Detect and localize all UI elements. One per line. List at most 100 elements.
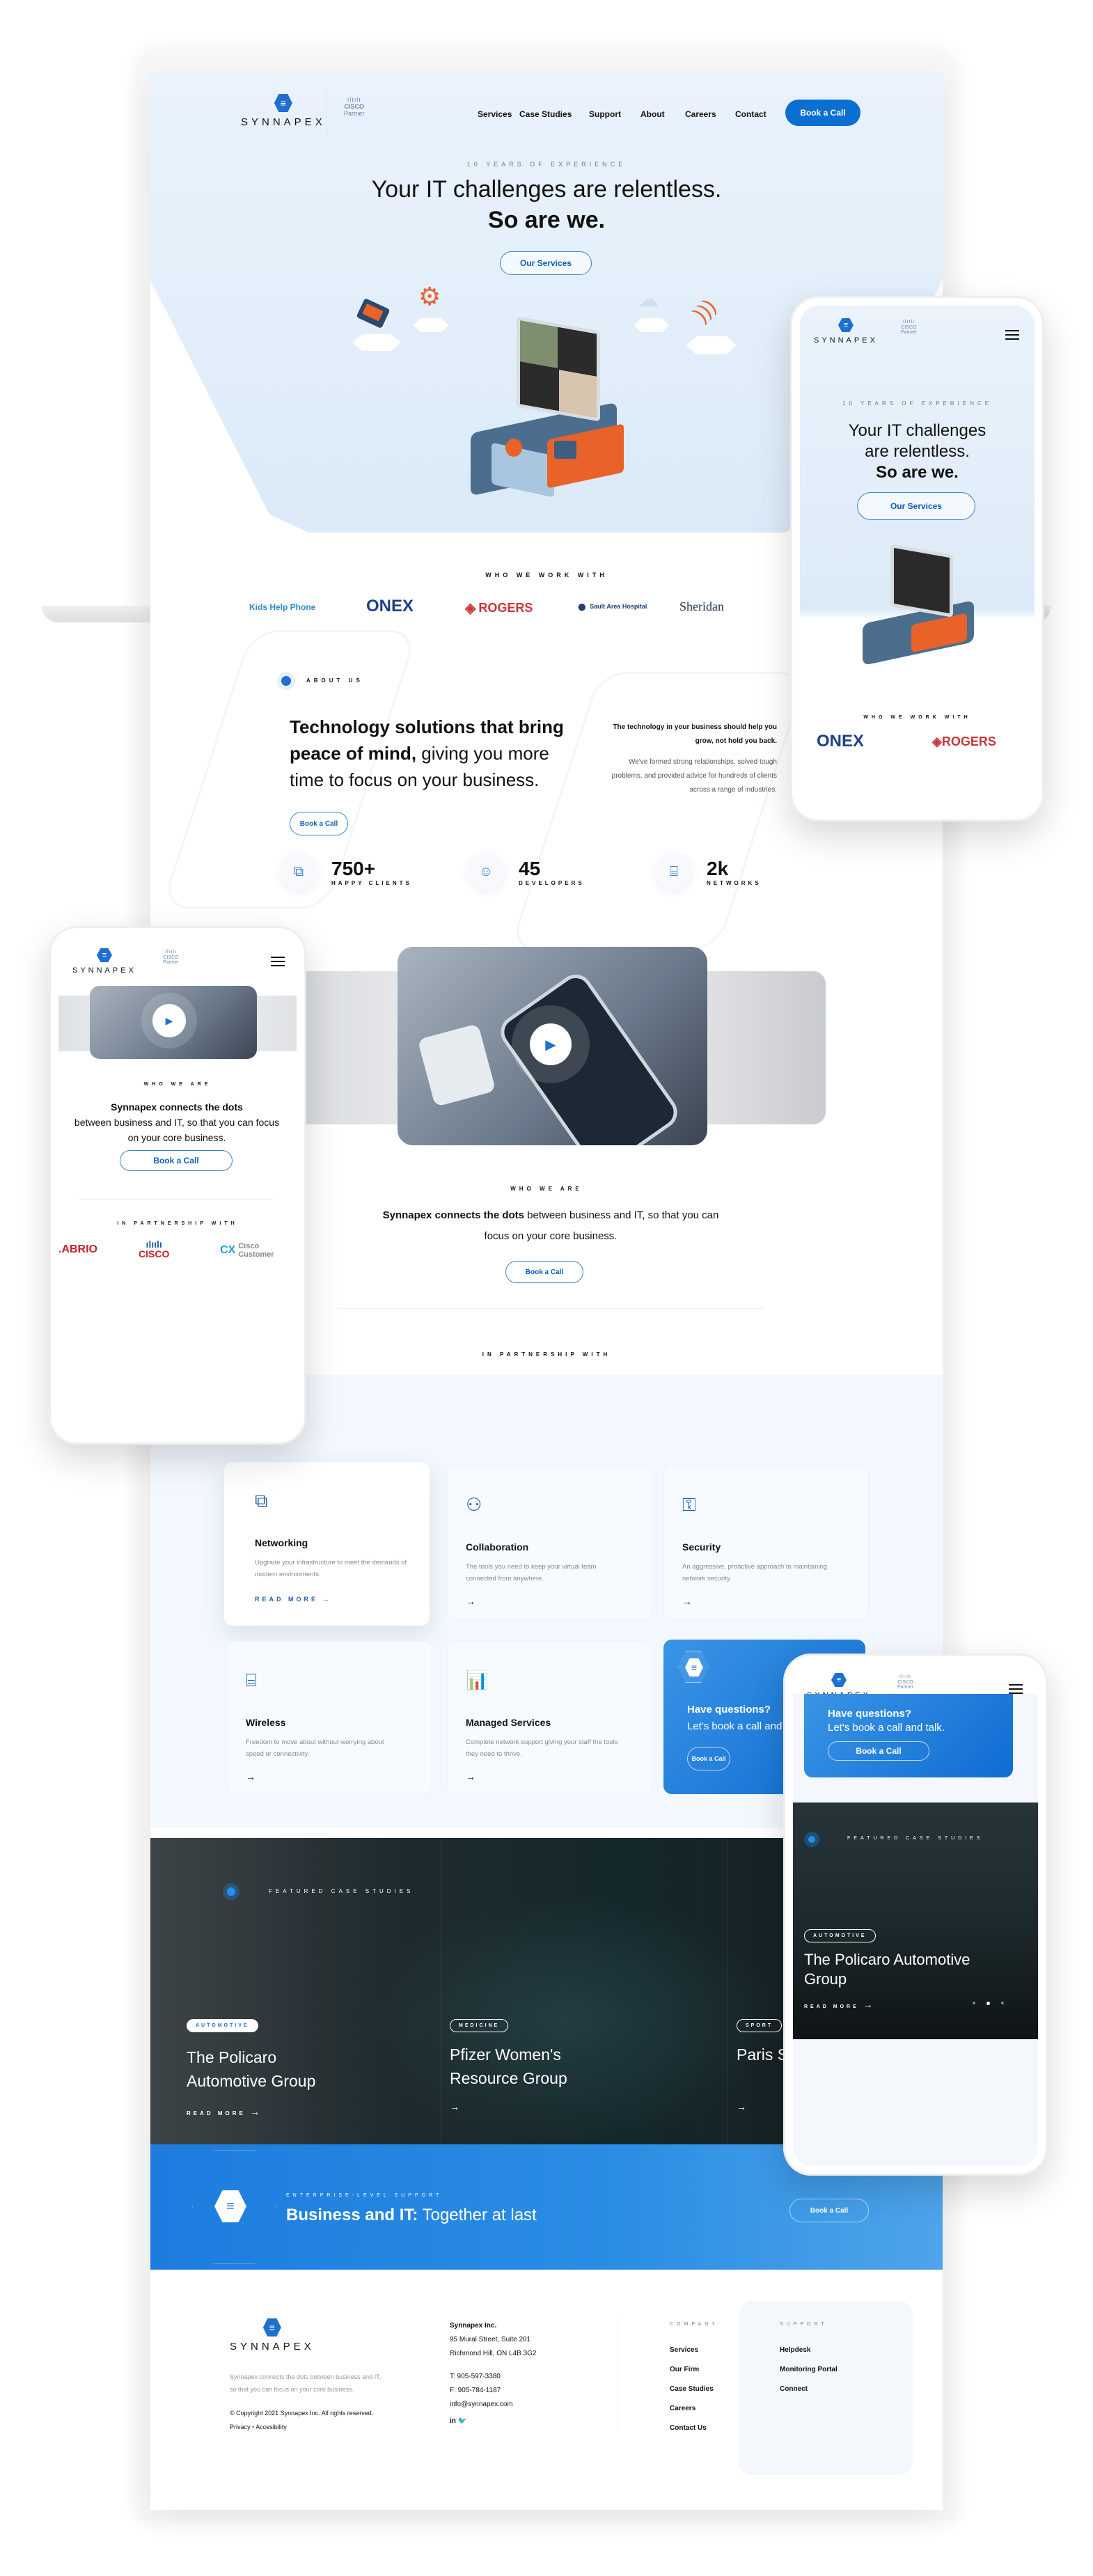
- divider: [79, 1199, 274, 1200]
- mobile-case-studies: Featured Case Studies Automotive The Pol…: [793, 1803, 1038, 2039]
- mobile-logo[interactable]: ≡ SYNNAPEX: [814, 318, 878, 345]
- cx-icon: CX: [220, 1244, 236, 1256]
- service-card-collaboration[interactable]: ⚇ Collaboration The tools you need to ke…: [447, 1466, 652, 1620]
- footer-logo[interactable]: ≡ SYNNAPEX: [230, 2318, 315, 2353]
- arrow-right-icon[interactable]: →: [450, 2101, 459, 2112]
- service-card-security[interactable]: ⚿ Security An aggressive, proactive appr…: [663, 1466, 869, 1620]
- footer-phone: T: 905-597-3380: [450, 2373, 501, 2380]
- footer-fax: F: 905-784-1187: [450, 2387, 501, 2394]
- network-computers-icon: ⧉: [280, 853, 317, 890]
- cisco-partner-badge: ılıılı CISCO Partner: [163, 950, 179, 966]
- footer-company-name: Synnapex Inc.: [450, 2322, 497, 2330]
- case-title[interactable]: The Policaro Automotive Group: [804, 1950, 985, 1989]
- mobile-logo[interactable]: ≡ SYNNAPEX: [72, 948, 136, 975]
- mobile-have-questions-card: Have questions? Let's book a call and ta…: [804, 1694, 1013, 1777]
- nav-case-studies[interactable]: Case Studies: [519, 109, 572, 119]
- footer-link-helpdesk[interactable]: Helpdesk: [780, 2346, 810, 2354]
- nav-services[interactable]: Services: [478, 109, 512, 119]
- security-icon: ⚿: [682, 1494, 696, 1515]
- footer-tagline: Synnapex connects the dots between busin…: [230, 2373, 382, 2393]
- section-dot-icon: [227, 1887, 235, 1896]
- footer-company-heading: Company: [670, 2322, 718, 2327]
- footer-link-monitoring-portal[interactable]: Monitoring Portal: [780, 2366, 838, 2373]
- footer-link-connect[interactable]: Connect: [780, 2385, 808, 2393]
- footer-link-our-firm[interactable]: Our Firm: [670, 2366, 699, 2373]
- arrow-right-icon: →: [863, 1999, 876, 2010]
- arrow-right-icon[interactable]: →: [466, 1771, 475, 1782]
- nav-careers[interactable]: Careers: [685, 109, 716, 119]
- service-card-managed-services[interactable]: 📊 Managed Services Complete network supp…: [447, 1641, 652, 1794]
- mobile-cta-book-call-button[interactable]: Book a Call: [828, 1741, 929, 1761]
- top-nav: ≡ SYNNAPEX ılıılı CISCO Partner Services…: [150, 73, 943, 150]
- service-card-wireless[interactable]: ⌸ Wireless Freedom to move about without…: [227, 1641, 432, 1794]
- case-read-more-link[interactable]: Read More →: [187, 2106, 262, 2117]
- nav-support[interactable]: Support: [589, 109, 621, 119]
- padlock-icon: [505, 439, 522, 457]
- service-card-networking[interactable]: ⧉ Networking Upgrade your infrastructure…: [224, 1462, 430, 1626]
- play-icon[interactable]: ▶: [152, 1004, 186, 1037]
- hamburger-menu-icon[interactable]: [1005, 330, 1019, 340]
- case-read-more-link[interactable]: Read More →: [804, 1999, 876, 2010]
- hamburger-menu-icon[interactable]: [1009, 1684, 1023, 1694]
- nav-about[interactable]: About: [640, 109, 665, 119]
- who-we-are-book-call-button[interactable]: Book a Call: [505, 1261, 583, 1283]
- synnapex-logo[interactable]: ≡ SYNNAPEX: [241, 94, 326, 128]
- rogers-diamond-icon: ◈: [932, 735, 942, 748]
- divider: [338, 1308, 763, 1309]
- monitor-video-call: [517, 316, 600, 422]
- hamburger-menu-icon[interactable]: [271, 957, 285, 966]
- collaboration-icon: ⚇: [466, 1494, 482, 1515]
- nav-contact[interactable]: Contact: [735, 109, 766, 119]
- linkedin-icon[interactable]: in: [450, 2417, 456, 2425]
- footer-email[interactable]: info@synnapex.com: [450, 2397, 513, 2412]
- footer-s-watermark: [739, 2301, 913, 2475]
- our-services-button[interactable]: Our Services: [500, 251, 592, 275]
- stat-happy-clients: ⧉ 750+ Happy Clients: [280, 853, 412, 890]
- footer-link-case-studies[interactable]: Case Studies: [670, 2385, 714, 2393]
- footer-copyright: © Copyright 2021 Synnapex Inc. All right…: [230, 2410, 374, 2417]
- mobile-book-call-button[interactable]: Book a Call: [120, 1150, 233, 1171]
- case-tag-automotive: Automotive: [804, 1929, 876, 1942]
- mobile-mockup-who-we-are: ≡ SYNNAPEX ılıılı CISCO Partner ▶ Who We A…: [49, 926, 306, 1445]
- footer-link-services[interactable]: Services: [670, 2346, 698, 2354]
- case-tag-automotive: Automotive: [187, 2019, 258, 2032]
- networking-icon: ⧉: [255, 1490, 268, 1511]
- case-title[interactable]: The Policaro Automotive Group: [187, 2045, 354, 2093]
- footer-link-careers[interactable]: Careers: [670, 2405, 695, 2412]
- carousel-dot[interactable]: [1001, 2002, 1004, 2004]
- managed-services-icon: 📊: [466, 1670, 489, 1690]
- footer-legal: Privacy • Accesibility: [230, 2424, 287, 2430]
- play-icon[interactable]: ▶: [530, 1023, 572, 1065]
- synnapex-hex-icon: ≡: [838, 318, 854, 332]
- mobile-our-services-button[interactable]: Our Services: [857, 492, 975, 520]
- about-book-call-button[interactable]: Book a Call: [290, 812, 348, 835]
- client-logo-sheridan: Sheridan: [679, 599, 724, 613]
- phone-icon: [356, 297, 391, 329]
- mobile-video-thumbnail[interactable]: ▶: [90, 986, 257, 1059]
- privacy-link[interactable]: Privacy: [230, 2424, 251, 2430]
- case-studies-eyebrow: Featured Case Studies: [269, 1888, 414, 1894]
- mobile-hero-title: Your IT challenges are relentless. So are …: [848, 421, 986, 482]
- arrow-right-icon[interactable]: →: [246, 1771, 255, 1782]
- client-logo-onex: ONEX: [817, 732, 865, 751]
- stat-developers: ☺ 45 Developers: [467, 853, 585, 890]
- cisco-partner-badge: ılıılı CISCO Partner: [897, 1674, 913, 1690]
- arrow-right-icon[interactable]: →: [466, 1596, 475, 1607]
- twitter-icon[interactable]: 🐦: [458, 2417, 466, 2425]
- arrow-right-icon[interactable]: →: [682, 1596, 692, 1607]
- banner-book-call-button[interactable]: Book a Call: [789, 2199, 869, 2222]
- carousel-dot-active[interactable]: [986, 2002, 990, 2005]
- accessibility-link[interactable]: Accesibility: [255, 2424, 287, 2430]
- arrow-right-icon: →: [322, 1596, 332, 1603]
- video-thumbnail[interactable]: ▶: [398, 947, 707, 1145]
- case-tag-medicine: Medicine: [450, 2019, 509, 2032]
- cta-book-call-button[interactable]: Book a Call: [687, 1747, 730, 1770]
- footer-link-contact-us[interactable]: Contact Us: [670, 2424, 707, 2432]
- carousel-dot[interactable]: [973, 2002, 975, 2004]
- footer-address-1: 95 Mural Street, Suite 201: [450, 2336, 531, 2343]
- nav-book-call-button[interactable]: Book a Call: [785, 100, 860, 126]
- who-we-are-text: Synnapex connects the dots between busin…: [382, 1209, 719, 1242]
- case-title[interactable]: Pfizer Women's Resource Group: [450, 2043, 603, 2090]
- read-more-link[interactable]: Read More →: [255, 1596, 332, 1603]
- arrow-right-icon[interactable]: →: [737, 2101, 746, 2112]
